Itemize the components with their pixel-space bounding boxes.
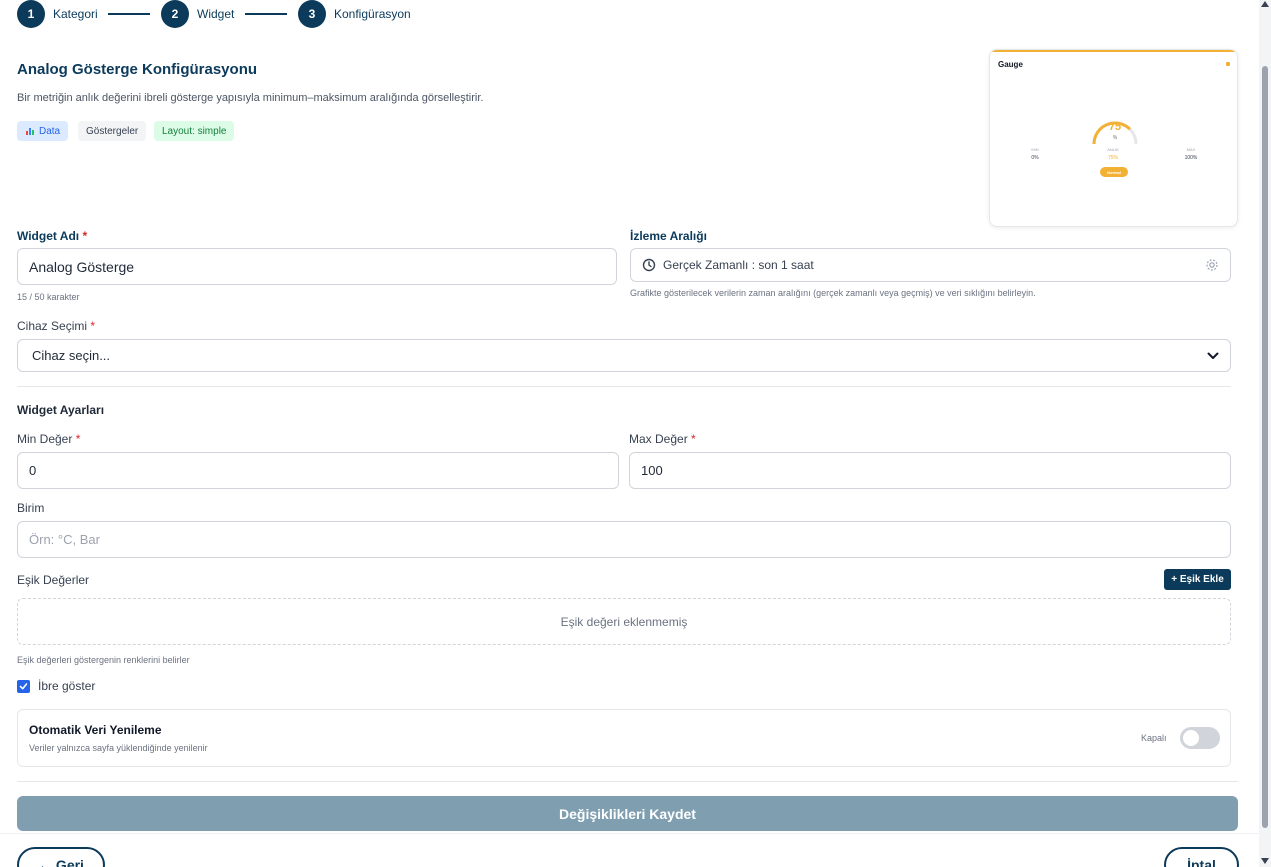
gauge-value: 75 xyxy=(1108,121,1122,133)
status-badge: Normal xyxy=(1100,167,1128,177)
label-text: Max Değer xyxy=(629,432,688,446)
min-value-input[interactable]: 0 xyxy=(17,452,619,489)
tag-data: Data xyxy=(17,121,69,141)
device-label: Cihaz Seçimi * xyxy=(17,319,95,333)
step-connector xyxy=(108,13,150,15)
scroll-down-icon[interactable] xyxy=(1261,858,1269,864)
label-text: Min Değer xyxy=(17,432,73,446)
widget-preview: Gauge 75 % MIN 0% ANLIK 75% MAX 100% Nor… xyxy=(989,49,1238,227)
current-value: 75% xyxy=(1107,155,1118,161)
tag-layout: Layout: simple xyxy=(154,121,235,141)
preview-status-dot xyxy=(1226,62,1230,66)
cancel-button[interactable]: İptal xyxy=(1164,847,1239,867)
widget-name-input[interactable]: Analog Gösterge xyxy=(17,248,617,285)
min-value-label: Min Değer * xyxy=(17,432,80,446)
gauge-unit: % xyxy=(1112,135,1118,141)
auto-refresh-description: Veriler yalnızca sayfa yüklendiğinde yen… xyxy=(29,743,208,753)
gear-icon[interactable] xyxy=(1205,258,1219,272)
min-value: 0% xyxy=(1031,155,1039,161)
section-divider xyxy=(17,386,1231,387)
clock-icon xyxy=(642,258,656,272)
time-range-value: Gerçek Zamanlı : son 1 saat xyxy=(663,258,814,272)
step-number: 3 xyxy=(298,0,326,28)
device-select[interactable]: Cihaz seçin... xyxy=(17,339,1231,372)
char-counter: 15 / 50 karakter xyxy=(17,292,80,302)
required-mark: * xyxy=(75,432,81,446)
preview-accent-bar xyxy=(990,50,1237,52)
scrollbar[interactable] xyxy=(1259,0,1271,867)
time-range-hint: Grafikte gösterilecek verilerin zaman ar… xyxy=(630,288,1036,298)
current-label: ANLIK xyxy=(1107,147,1119,152)
thresholds-label: Eşik Değerler xyxy=(17,573,90,587)
chevron-down-icon xyxy=(1207,352,1219,359)
widget-name-label: Widget Adı * xyxy=(17,229,87,243)
thresholds-hint: Eşik değerleri göstergenin renklerini be… xyxy=(17,655,190,665)
required-mark: * xyxy=(90,319,96,333)
footer-divider xyxy=(0,833,1259,834)
scroll-thumb[interactable] xyxy=(1262,66,1268,828)
time-range-input[interactable]: Gerçek Zamanlı : son 1 saat xyxy=(630,248,1231,282)
max-value-label: Max Değer * xyxy=(629,432,696,446)
required-mark: * xyxy=(82,229,88,243)
required-mark: * xyxy=(691,432,696,446)
thresholds-empty-state: Eşik değeri eklenmemiş xyxy=(17,598,1231,645)
max-value: 100% xyxy=(1184,155,1198,161)
actions-divider xyxy=(17,781,1238,782)
preview-title: Gauge xyxy=(998,60,1023,69)
page-title: Analog Gösterge Konfigürasyonu xyxy=(17,61,258,78)
show-needle-label: İbre göster xyxy=(38,679,96,693)
step-2[interactable]: 2 Widget xyxy=(161,0,234,28)
auto-refresh-toggle[interactable] xyxy=(1180,727,1220,749)
bar-chart-icon xyxy=(26,128,34,135)
step-label: Kategori xyxy=(53,7,98,21)
step-number: 2 xyxy=(161,0,189,28)
show-needle-checkbox[interactable] xyxy=(17,679,30,693)
toggle-knob xyxy=(1183,730,1199,746)
step-label: Widget xyxy=(197,7,235,21)
checkmark-icon xyxy=(19,682,28,689)
page-description: Bir metriğin anlık değerini ibreli göste… xyxy=(17,92,484,104)
tag-category: Göstergeler xyxy=(78,121,147,141)
label-text: Cihaz Seçimi xyxy=(17,319,88,333)
back-button[interactable]: ← Geri xyxy=(17,847,105,867)
show-needle-row[interactable]: İbre göster xyxy=(17,679,95,693)
step-connector xyxy=(245,13,287,15)
add-threshold-button[interactable]: + Eşik Ekle xyxy=(1164,569,1231,590)
step-3[interactable]: 3 Konfigürasyon xyxy=(298,0,411,28)
tag-label: Data xyxy=(39,125,61,137)
max-label: MAX xyxy=(1186,147,1196,152)
auto-refresh-title: Otomatik Veri Yenileme xyxy=(29,723,162,737)
device-select-value: Cihaz seçin... xyxy=(32,348,111,363)
step-label: Konfigürasyon xyxy=(334,7,411,21)
save-button[interactable]: Değişiklikleri Kaydet xyxy=(17,796,1238,831)
unit-label: Birim xyxy=(17,501,45,515)
time-range-label: İzleme Aralığı xyxy=(630,229,707,243)
max-value-input[interactable]: 100 xyxy=(629,452,1231,489)
step-1[interactable]: 1 Kategori xyxy=(17,0,98,28)
min-label: MIN xyxy=(1031,147,1039,152)
label-text: Widget Adı xyxy=(17,229,80,243)
scroll-up-icon[interactable] xyxy=(1261,1,1269,7)
auto-refresh-card: Otomatik Veri Yenileme Veriler yalnızca … xyxy=(17,709,1231,767)
unit-input[interactable]: Örn: °C, Bar xyxy=(17,521,1231,558)
step-number: 1 xyxy=(17,0,45,28)
widget-settings-heading: Widget Ayarları xyxy=(17,403,105,417)
auto-refresh-state: Kapalı xyxy=(1141,733,1167,743)
